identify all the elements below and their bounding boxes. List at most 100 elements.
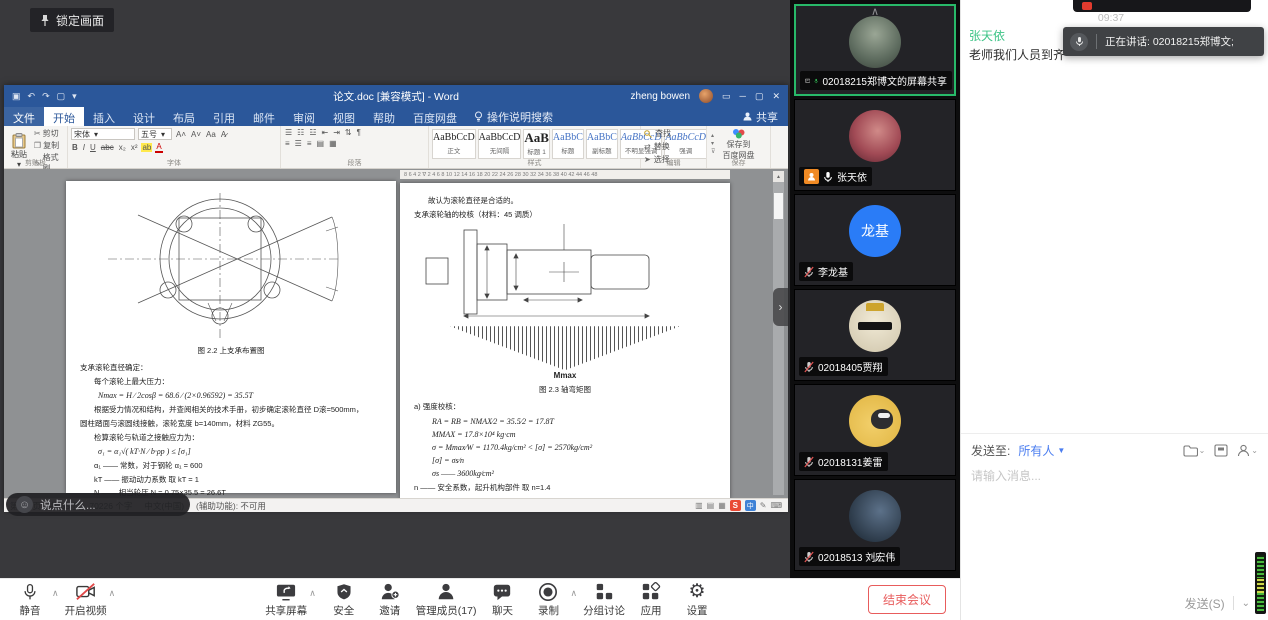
close-icon[interactable]: ✕ (772, 91, 780, 102)
mute-button[interactable]: 静音 (10, 582, 50, 618)
scroll-down-chevron-icon[interactable]: ∨ (871, 552, 879, 565)
tab-file[interactable]: 文件 (4, 107, 44, 126)
record-options-chevron[interactable]: ∧ (570, 588, 577, 599)
breakout-rooms-button[interactable]: 分组讨论 (583, 582, 625, 618)
numbered-list-icon[interactable]: ☷ (296, 128, 305, 137)
grow-font-button[interactable]: A˄ (175, 130, 187, 139)
send-button[interactable]: 发送(S) (1185, 595, 1225, 612)
italic-button[interactable]: I (82, 143, 86, 152)
style-normal[interactable]: AaBbCcD正文 (432, 129, 476, 159)
undo-icon[interactable]: ↶ (28, 91, 36, 102)
font-size-select[interactable]: 五号▾ (138, 128, 172, 140)
minimize-icon[interactable]: ─ (740, 91, 746, 101)
scroll-up-chevron-icon[interactable]: ∧ (871, 5, 879, 18)
change-case-button[interactable]: Aa (205, 130, 217, 139)
ime-keyboard-icon[interactable]: ⌨ (770, 501, 782, 510)
share-screen-button[interactable]: 共享屏幕 (265, 582, 307, 618)
tab-view[interactable]: 视图 (324, 107, 364, 126)
accessibility-status[interactable]: (辅助功能): 不可用 (196, 500, 266, 512)
decrease-indent-icon[interactable]: ⇤ (321, 128, 330, 137)
invite-button[interactable]: 邀请 (370, 582, 410, 618)
show-marks-icon[interactable]: ¶ (356, 128, 362, 137)
tab-mailings[interactable]: 邮件 (244, 107, 284, 126)
save-to-baidu-button[interactable]: 保存到 百度网盘 (710, 128, 767, 161)
tab-home[interactable]: 开始 (44, 107, 84, 126)
increase-indent-icon[interactable]: ⇥ (332, 128, 341, 137)
maximize-icon[interactable]: ▢ (755, 91, 764, 102)
settings-button[interactable]: ⚙ 设置 (677, 582, 717, 618)
copy-button[interactable]: ❐复制 (34, 140, 64, 151)
send-options-chevron-icon[interactable]: ⌄ (1242, 598, 1250, 609)
style-no-spacing[interactable]: AaBbCcD无间隔 (478, 129, 522, 159)
scrollbar-thumb[interactable] (774, 193, 783, 219)
record-button[interactable]: 录制 (528, 582, 568, 618)
mute-options-chevron[interactable]: ∧ (52, 588, 59, 599)
qat-caret-icon[interactable]: ▾ (72, 91, 77, 102)
redo-icon[interactable]: ↷ (42, 91, 50, 102)
audience-select[interactable]: 所有人 (1018, 442, 1054, 459)
style-title[interactable]: AaBbC标题 (552, 129, 584, 159)
superscript-button[interactable]: x² (130, 143, 139, 152)
lock-view-button[interactable]: 锁定画面 (30, 8, 114, 32)
borders-icon[interactable]: ▦ (328, 139, 338, 148)
subscript-button[interactable]: x₂ (118, 143, 127, 152)
participant-tile[interactable]: 龙基 李龙基 (794, 194, 956, 286)
find-button[interactable]: 查找 (644, 128, 703, 139)
font-name-select[interactable]: 宋体▾ (71, 128, 135, 140)
chat-button[interactable]: 聊天 (482, 582, 522, 618)
start-video-button[interactable]: 开启视频 (65, 582, 107, 618)
tab-review[interactable]: 审阅 (284, 107, 324, 126)
clear-format-button[interactable]: A̷ (220, 130, 227, 139)
align-left-icon[interactable]: ≡ (284, 139, 291, 148)
account-avatar[interactable] (699, 89, 713, 103)
scroll-up-icon[interactable]: ▲ (773, 171, 784, 182)
video-options-chevron[interactable]: ∧ (109, 588, 116, 599)
multilevel-list-icon[interactable]: ☳ (308, 128, 317, 137)
document-scrollbar[interactable]: ▲ (773, 171, 784, 495)
participant-tile[interactable]: 张天依 (794, 99, 956, 191)
tab-design[interactable]: 设计 (124, 107, 164, 126)
bold-button[interactable]: B (71, 143, 79, 152)
shrink-font-button[interactable]: A˅ (190, 130, 202, 139)
message-input[interactable] (961, 463, 1268, 586)
font-color-button[interactable]: A (155, 142, 162, 153)
highlight-button[interactable]: ab (141, 143, 152, 152)
ime-pen-icon[interactable]: ✎ (760, 501, 767, 510)
new-doc-icon[interactable]: ▢ (57, 91, 66, 102)
horizontal-ruler[interactable]: 8 6 4 2 ᐁ 2 4 6 8 10 12 14 16 18 20 22 2… (400, 170, 730, 179)
tab-layout[interactable]: 布局 (164, 107, 204, 126)
shading-icon[interactable]: ▤ (316, 139, 326, 148)
bullet-list-icon[interactable]: ☰ (284, 128, 293, 137)
replace-button[interactable]: ⇄替换 (644, 141, 703, 152)
message-sender[interactable]: 张天依 (969, 27, 1005, 44)
underline-button[interactable]: U (89, 143, 97, 152)
document-page-left[interactable]: 图 2.2 上支承布置图 支承滚轮直径确定： 每个滚轮上最大压力： Nmax =… (66, 181, 396, 493)
participant-tile[interactable]: 02018405贾翔 (794, 289, 956, 381)
tell-me-search[interactable]: 操作说明搜索 (466, 107, 561, 126)
manage-members-button[interactable]: 管理成员(17) (416, 582, 477, 618)
align-right-icon[interactable]: ≡ (306, 139, 313, 148)
style-heading1[interactable]: AaB标题 1 (523, 129, 550, 159)
share-button[interactable]: 共享 (743, 107, 788, 126)
next-page-flipper[interactable]: › (773, 288, 788, 326)
apps-button[interactable]: 应用 (631, 582, 671, 618)
file-attach-button[interactable]: ⌄ (1183, 444, 1206, 457)
smiley-icon[interactable]: ☺ (16, 496, 33, 513)
sogou-ime-icon[interactable]: S (730, 500, 741, 511)
document-page-right[interactable]: 故认为滚轮直径是合适的。 支承滚轮轴的校核（材料：45 调质） (400, 183, 730, 498)
print-layout-icon[interactable]: ▤ (707, 501, 715, 510)
cut-button[interactable]: ✂剪切 (34, 128, 64, 139)
save-icon[interactable]: ▣ (12, 91, 21, 102)
security-button[interactable]: 安全 (324, 582, 364, 618)
screenshot-button[interactable] (1214, 444, 1228, 457)
align-center-icon[interactable]: ☰ (294, 139, 303, 148)
style-subtitle[interactable]: AaBbC副标题 (586, 129, 618, 159)
web-layout-icon[interactable]: ▦ (718, 501, 726, 510)
comment-bar[interactable]: ☺ 说点什么... (6, 493, 190, 516)
ribbon-display-icon[interactable]: ▭ (722, 91, 731, 102)
mention-member-button[interactable]: ⌄ (1237, 444, 1258, 457)
ime-language-icon[interactable]: 中 (745, 500, 756, 511)
participant-tile[interactable]: 02018131姜雷 (794, 384, 956, 476)
read-mode-icon[interactable]: ▥ (695, 501, 703, 510)
audience-caret-icon[interactable]: ▼ (1057, 446, 1065, 455)
